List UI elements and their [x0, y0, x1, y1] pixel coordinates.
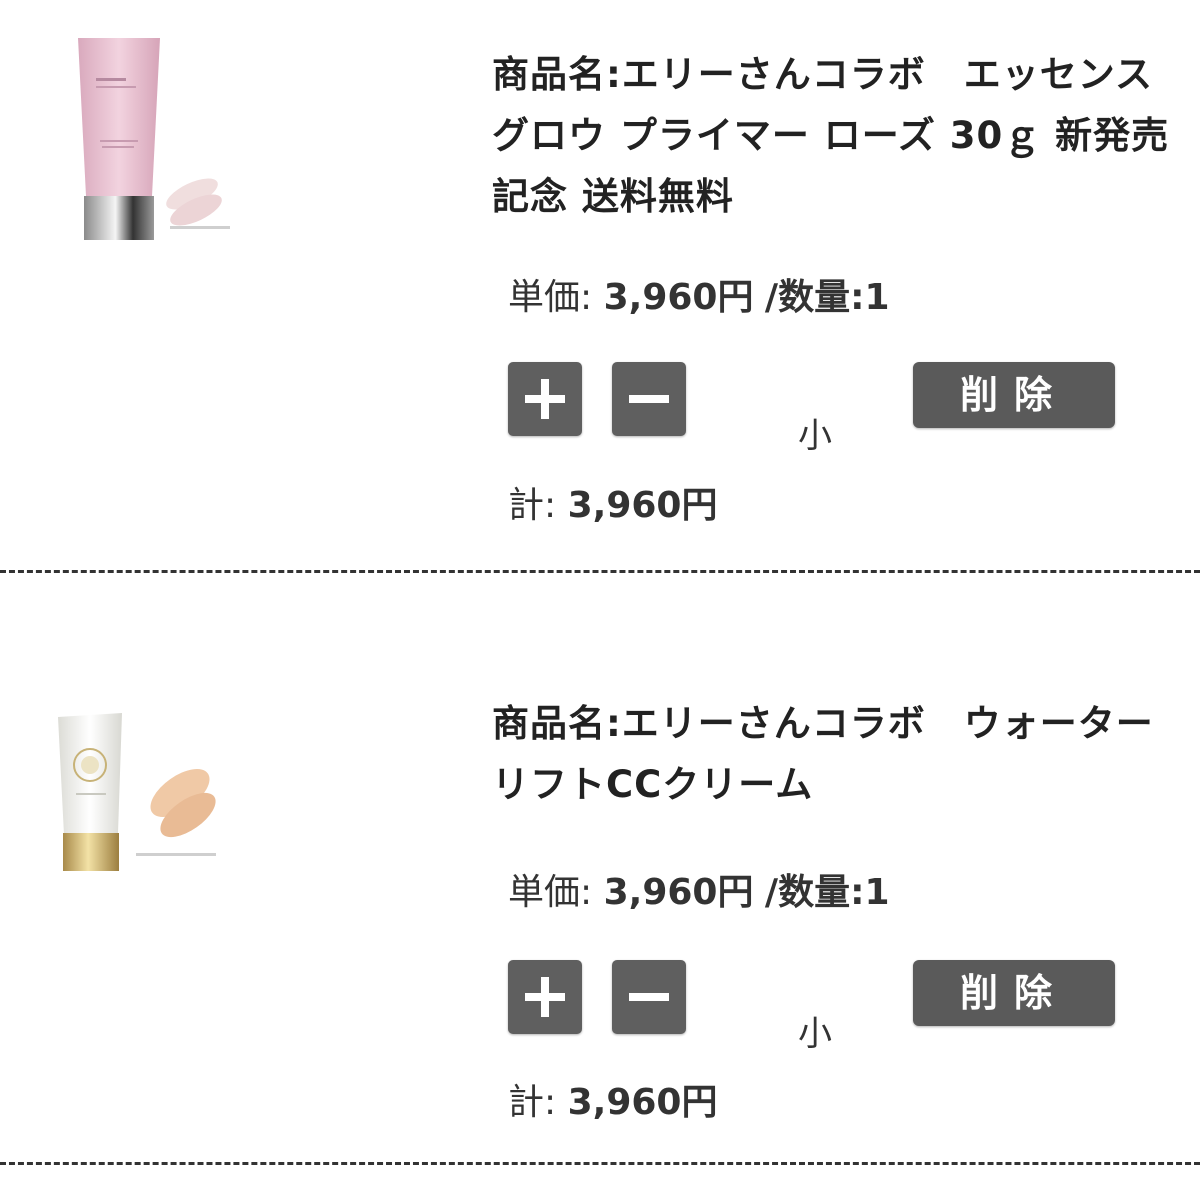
delete-button[interactable]: 削除 — [913, 960, 1115, 1026]
quantity-value: /数量:1 — [764, 872, 890, 913]
quantity-increase-button[interactable] — [508, 960, 582, 1034]
unit-price-value: 3,960円 — [603, 872, 754, 913]
cart-item: 商品名:エリーさんコラボ ウォーターリフトCCクリーム 単価: 3,960円 /… — [0, 573, 1200, 1165]
unit-price-value: 3,960円 — [603, 277, 754, 318]
subtotal-value: 3,960円 — [567, 485, 718, 526]
item-divider — [0, 1162, 1200, 1165]
delete-button[interactable]: 削除 — [913, 362, 1115, 428]
subtotal-line: 計: 3,960円 — [508, 1073, 717, 1125]
quantity-increase-button[interactable] — [508, 362, 582, 436]
subtotal-line: 計: 3,960円 — [508, 476, 717, 528]
quantity-value: /数量:1 — [764, 277, 890, 318]
unit-price-line: 単価: 3,960円 /数量:1 — [508, 268, 890, 320]
size-label: 小 — [798, 416, 832, 456]
cart-item: 商品名:エリーさんコラボ エッセンス グロウ プライマー ローズ 30ｇ 新発売… — [0, 0, 1200, 572]
quantity-decrease-button[interactable] — [612, 362, 686, 436]
unit-price-line: 単価: 3,960円 /数量:1 — [508, 863, 890, 915]
product-name[interactable]: 商品名:エリーさんコラボ エッセンス グロウ プライマー ローズ 30ｇ 新発売… — [492, 44, 1182, 227]
subtotal-label: 計: — [508, 485, 557, 526]
unit-price-label: 単価: — [508, 872, 593, 913]
unit-price-label: 単価: — [508, 277, 593, 318]
product-image[interactable] — [20, 28, 250, 248]
product-name[interactable]: 商品名:エリーさんコラボ ウォーターリフトCCクリーム — [492, 693, 1182, 815]
subtotal-value: 3,960円 — [567, 1082, 718, 1123]
quantity-decrease-button[interactable] — [612, 960, 686, 1034]
product-image[interactable] — [18, 703, 240, 878]
size-label: 小 — [798, 1014, 832, 1054]
subtotal-label: 計: — [508, 1082, 557, 1123]
